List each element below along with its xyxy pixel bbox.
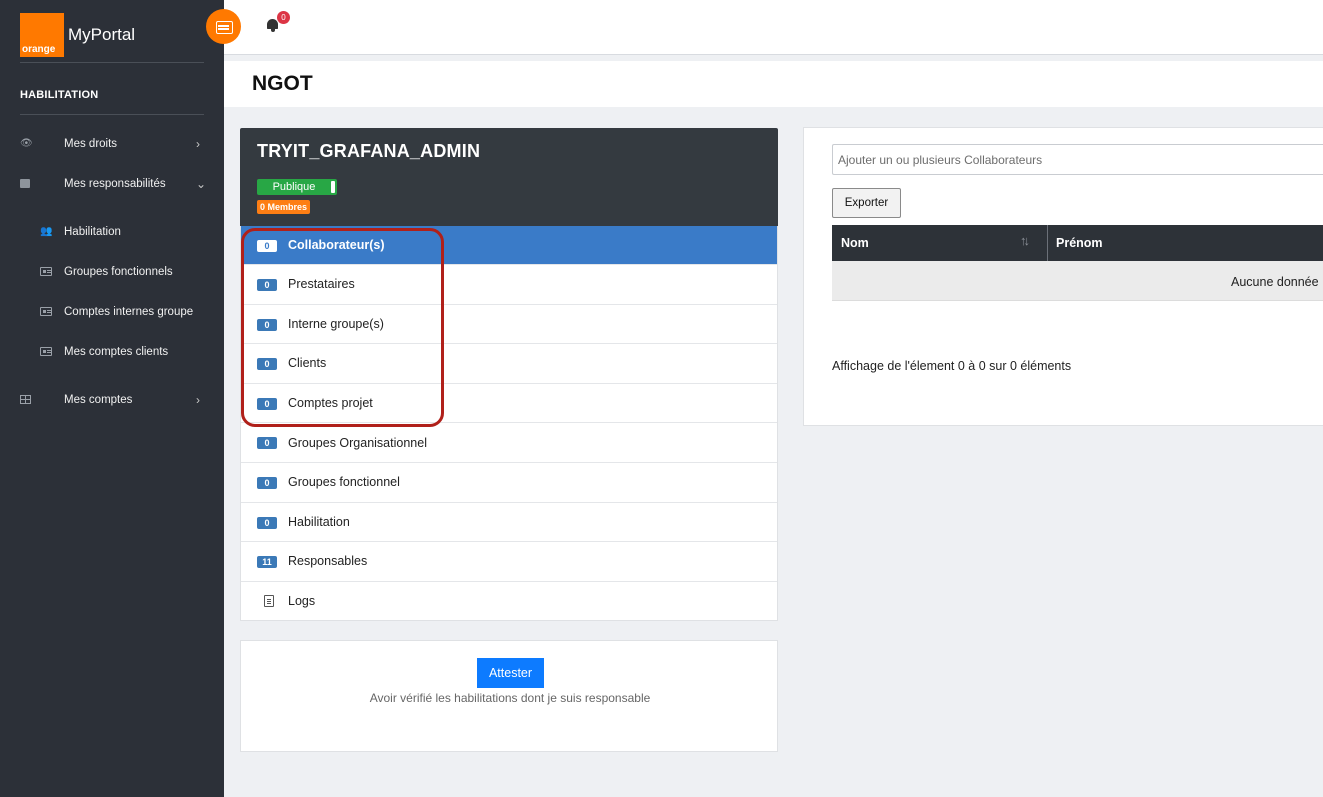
count-badge: 11 (257, 556, 277, 569)
list-item-groupes-fonctionnel[interactable]: 0 Groupes fonctionnel (241, 461, 777, 502)
table-info: Affichage de l'élement 0 à 0 sur 0 éléme… (832, 359, 1072, 373)
chevron-down-icon: ⌄ (196, 177, 207, 191)
attest-description: Avoir vérifié les habilitations dont je … (369, 691, 651, 705)
list-item-label: Groupes fonctionnel (288, 475, 400, 490)
app-name: MyPortal (68, 25, 136, 44)
column-divider (1047, 225, 1048, 261)
list-item-collaborateurs[interactable]: 0 Collaborateur(s) (241, 226, 777, 264)
table-icon (20, 395, 31, 404)
list-item-responsables[interactable]: 11 Responsables (241, 541, 777, 581)
archive-icon (20, 179, 30, 188)
orange-logo: orange (20, 13, 64, 57)
list-item-interne-groupes[interactable]: 0 Interne groupe(s) (241, 303, 777, 344)
page-title-bar: NGOT (224, 61, 1323, 107)
empty-message: Aucune donnée (1231, 275, 1319, 289)
count-badge: 0 (257, 240, 277, 252)
attest-card: Attester Avoir vérifié les habilitations… (240, 640, 778, 752)
list-item-prestataires[interactable]: 0 Prestataires (241, 264, 777, 304)
toggle-handle (331, 181, 335, 193)
list-item-label: Collaborateur(s) (288, 238, 385, 252)
list-item-label: Prestataires (288, 277, 355, 292)
count-badge: 0 (257, 516, 277, 529)
count-badge: 0 (257, 397, 277, 410)
sidebar-item-mes-droits[interactable]: 👁 Mes droits › (0, 132, 224, 156)
id-card-icon (40, 307, 52, 316)
page-title: NGOT (252, 72, 313, 95)
table-header: Nom ↑↓ Prénom (832, 225, 1323, 261)
column-header-prenom[interactable]: Prénom (1056, 236, 1103, 250)
sidebar: orange MyPortal HABILITATION 👁 Mes droit… (0, 0, 224, 797)
divider (20, 62, 204, 63)
count-badge: 0 (257, 358, 277, 371)
menu-toggle-button[interactable] (206, 9, 241, 44)
top-bar (224, 0, 1323, 55)
sidebar-item-label: Comptes internes groupe (64, 306, 194, 318)
count-badge: 0 (257, 476, 277, 489)
list-item-label: Responsables (288, 554, 368, 569)
sidebar-item-habilitation[interactable]: 👥 Habilitation (0, 220, 224, 244)
sidebar-item-label: Groupes fonctionnels (64, 266, 173, 278)
bell-body (267, 19, 278, 29)
id-card-icon (40, 347, 52, 356)
sidebar-section-title: HABILITATION (20, 89, 99, 101)
sidebar-item-label: Habilitation (64, 226, 121, 238)
sidebar-item-mes-responsabilites[interactable]: Mes responsabilités ⌄ (0, 172, 224, 196)
id-card-icon (40, 267, 52, 276)
sidebar-item-label: Mes responsabilités (64, 178, 166, 190)
brand[interactable]: orange MyPortal (20, 13, 135, 57)
list-item-label: Groupes Organisationnel (288, 435, 427, 450)
table-empty-row: Aucune donnée (832, 261, 1323, 301)
list-item-comptes-projet[interactable]: 0 Comptes projet (241, 382, 777, 423)
group-header: TRYIT_GRAFANA_ADMIN Publique 0 Membres (240, 128, 778, 226)
list-item-label: Clients (288, 356, 327, 371)
members-badge: 0 Membres (257, 200, 311, 214)
attester-button[interactable]: Attester (477, 658, 544, 688)
group-name: TRYIT_GRAFANA_ADMIN (257, 141, 481, 161)
list-item-logs[interactable]: Logs (241, 580, 777, 621)
sidebar-item-comptes-internes-groupe[interactable]: Comptes internes groupe (0, 300, 224, 324)
list-item-clients[interactable]: 0 Clients (241, 343, 777, 383)
collaborators-panel: Exporter Nom ↑↓ Prénom Aucune donnée Aff… (803, 127, 1323, 426)
bell-clapper (271, 29, 275, 32)
users-icon: 👥 (40, 226, 53, 237)
sidebar-item-groupes-fonctionnels[interactable]: Groupes fonctionnels (0, 260, 224, 284)
sidebar-item-label: Mes droits (64, 138, 118, 150)
notification-count-badge: 0 (277, 11, 290, 24)
count-badge: 0 (257, 437, 277, 450)
sidebar-item-label: Mes comptes clients (64, 346, 169, 358)
member-category-list: 0 Collaborateur(s) 0 Prestataires 0 Inte… (240, 226, 778, 622)
list-item-label: Comptes projet (288, 396, 373, 411)
eye-icon: 👁 (20, 138, 33, 149)
list-item-habilitation[interactable]: 0 Habilitation (241, 501, 777, 542)
sidebar-item-label: Mes comptes (64, 394, 133, 406)
sidebar-item-mes-comptes[interactable]: Mes comptes › (0, 388, 224, 412)
logo-text: orange (22, 44, 56, 55)
count-badge: 0 (257, 318, 277, 331)
visibility-toggle[interactable]: Publique (257, 179, 337, 195)
divider (20, 114, 204, 115)
visibility-label: Publique (272, 181, 316, 193)
list-item-label: Logs (288, 594, 316, 609)
list-item-label: Interne groupe(s) (288, 316, 384, 331)
export-button[interactable]: Exporter (832, 188, 901, 218)
sidebar-item-mes-comptes-clients[interactable]: Mes comptes clients (0, 340, 224, 364)
chevron-right-icon: › (196, 393, 200, 407)
chevron-right-icon: › (196, 137, 200, 151)
sort-icon[interactable]: ↑↓ (1020, 233, 1030, 248)
list-item-label: Habilitation (288, 514, 350, 529)
document-icon (264, 594, 274, 607)
add-collaborators-input[interactable] (832, 144, 1323, 175)
list-item-groupes-organisationnel[interactable]: 0 Groupes Organisationnel (241, 422, 777, 462)
count-badge: 0 (257, 279, 277, 291)
column-header-nom[interactable]: Nom (841, 236, 869, 250)
